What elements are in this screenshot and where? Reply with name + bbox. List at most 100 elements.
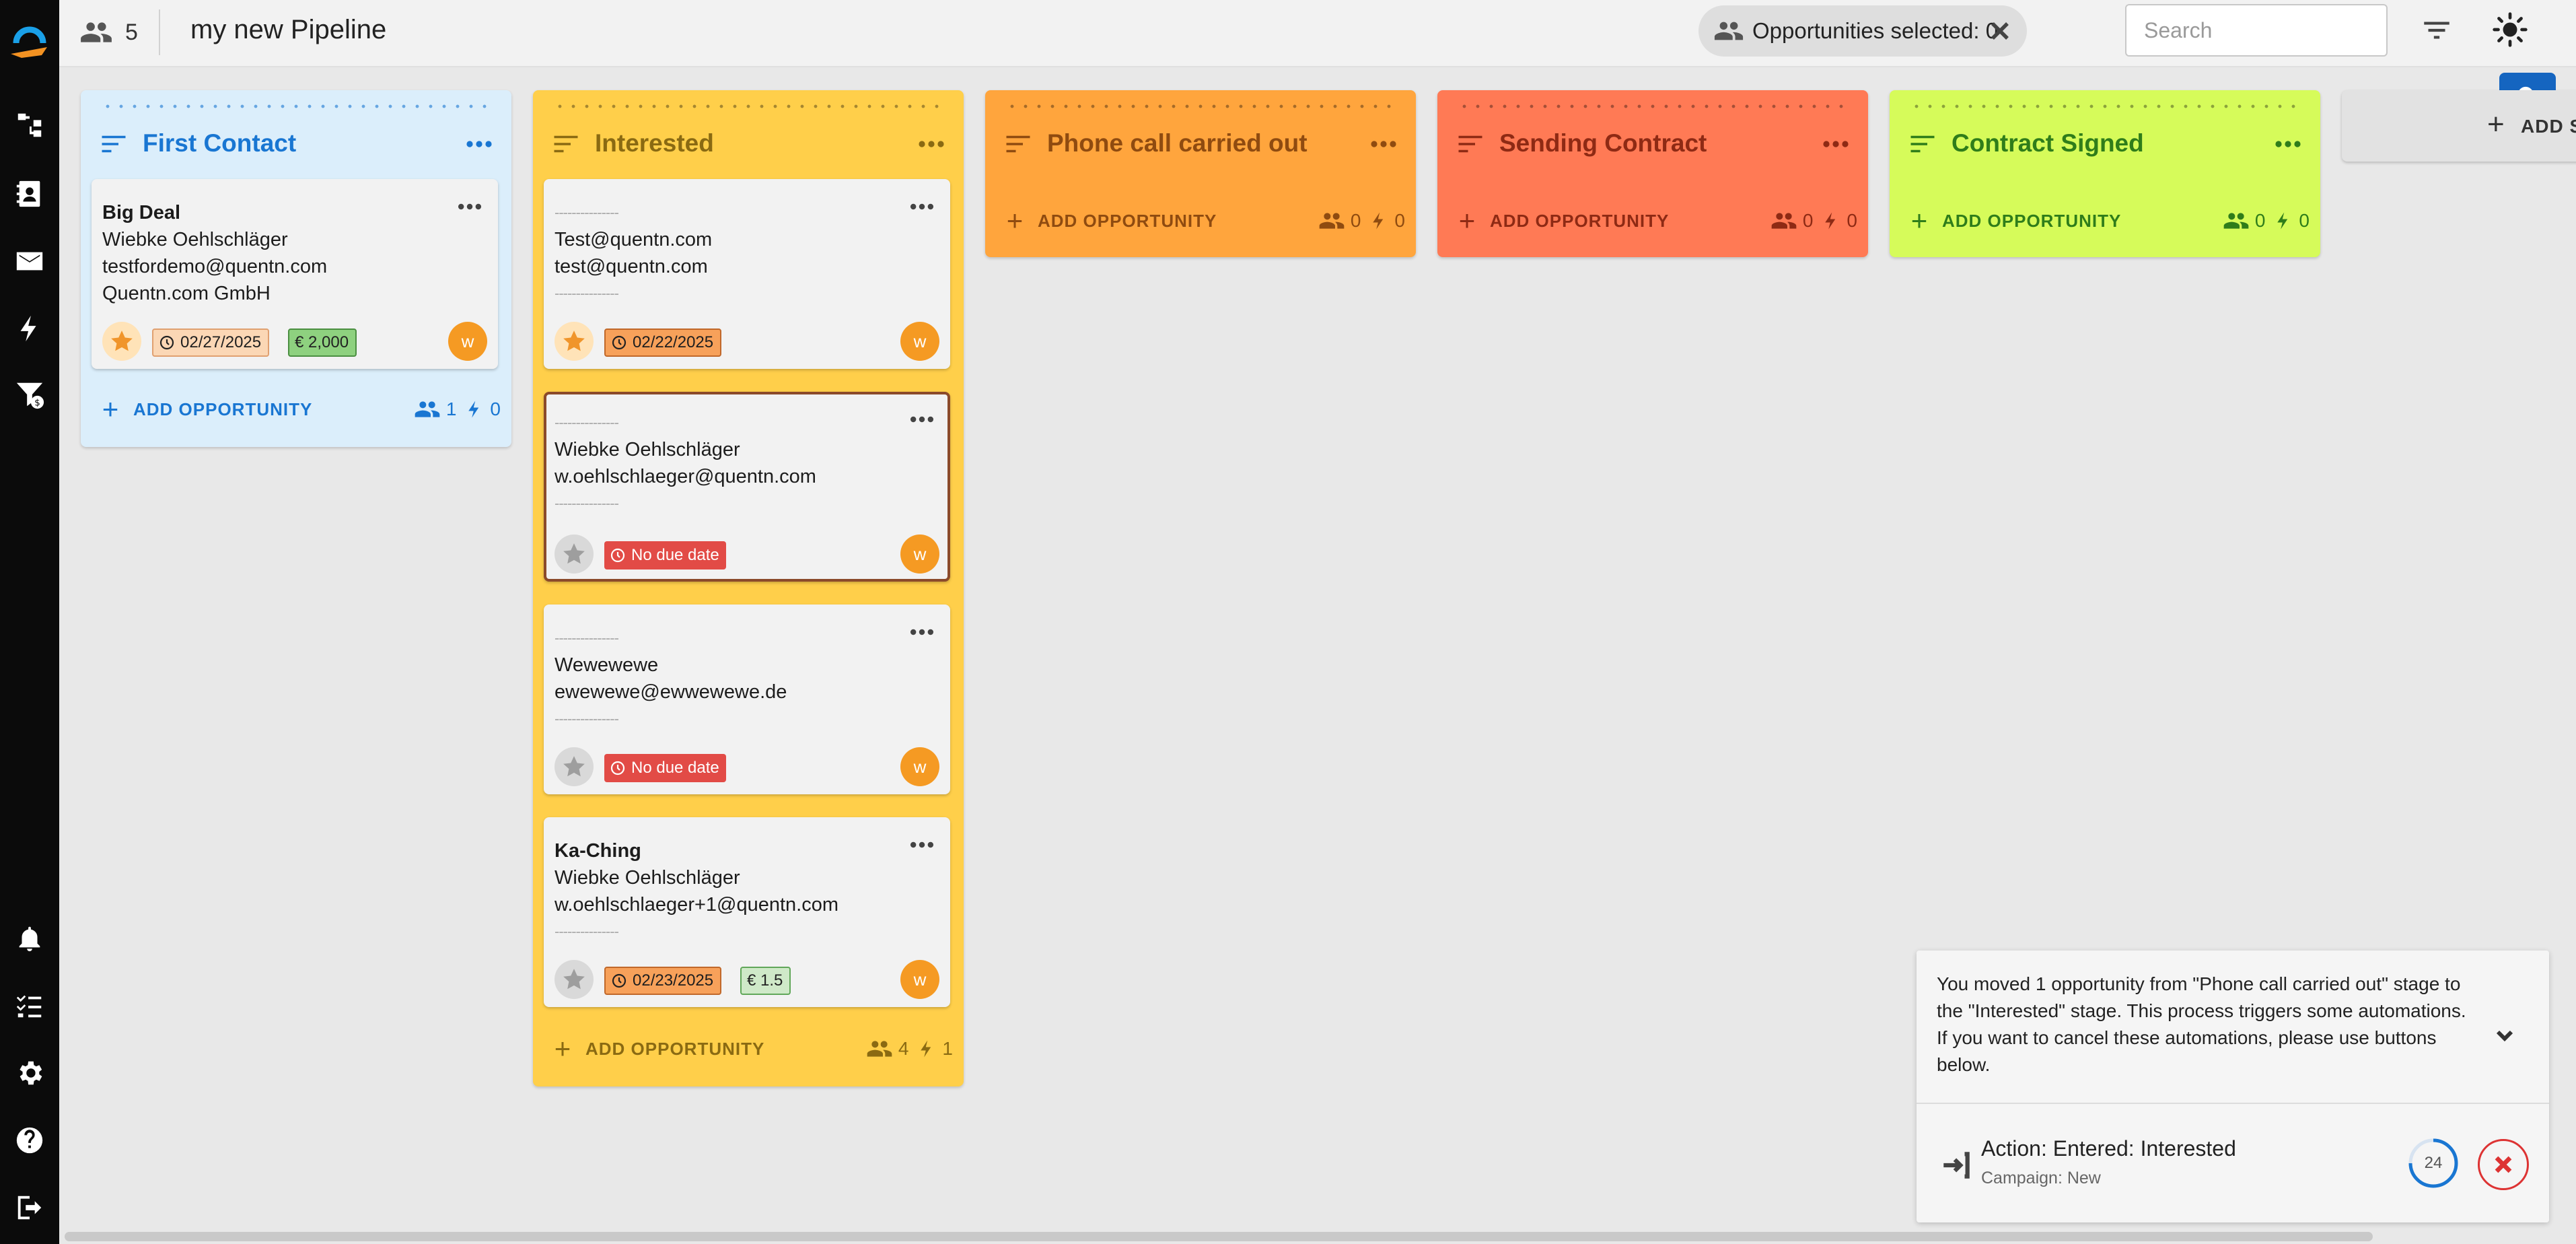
contact-count: 0 bbox=[1350, 210, 1361, 231]
more-icon[interactable] bbox=[463, 131, 495, 158]
card-contact-name: Wewewewe bbox=[554, 654, 659, 676]
card-separator: --------------- bbox=[554, 710, 619, 727]
more-icon[interactable] bbox=[915, 131, 947, 158]
star-icon[interactable] bbox=[554, 747, 594, 786]
plus-icon: + bbox=[2487, 108, 2505, 141]
automation-notification: You moved 1 opportunity from "Phone call… bbox=[1917, 951, 2549, 1222]
drag-handle[interactable] bbox=[1005, 100, 1396, 113]
card-contact-name: Test@quentn.com bbox=[554, 229, 713, 250]
automation-bolt-icon[interactable] bbox=[12, 311, 47, 346]
more-icon[interactable] bbox=[907, 622, 937, 642]
opportunity-card[interactable]: Ka-Ching Wiebke Oehlschläger w.oehlschla… bbox=[544, 817, 950, 1007]
funnel-money-icon[interactable]: $ bbox=[12, 377, 47, 412]
horizontal-scrollbar[interactable] bbox=[65, 1232, 2373, 1241]
people-icon bbox=[415, 401, 440, 417]
divider bbox=[1917, 1103, 2549, 1104]
stage-sending-contract: Sending Contract + ADD OPPORTUNITY 0 0 bbox=[1437, 90, 1868, 257]
more-icon[interactable] bbox=[1367, 131, 1400, 158]
stage-footer: + ADD OPPORTUNITY 0 0 bbox=[985, 198, 1416, 245]
opportunity-card[interactable]: Big Deal Wiebke Oehlschläger testfordemo… bbox=[92, 179, 498, 369]
add-opportunity-button[interactable]: + ADD OPPORTUNITY bbox=[1003, 207, 1217, 235]
close-icon[interactable] bbox=[1985, 16, 2015, 46]
tasks-checklist-icon[interactable] bbox=[12, 988, 47, 1023]
sort-icon[interactable] bbox=[100, 132, 128, 156]
opportunity-card[interactable]: --------------- Wewewewe ewewewe@ewwewew… bbox=[544, 604, 950, 794]
contact-count: 0 bbox=[1802, 210, 1814, 231]
avatar[interactable]: w bbox=[900, 322, 939, 361]
drag-handle[interactable] bbox=[1458, 100, 1848, 113]
due-date-badge[interactable]: No due date bbox=[604, 754, 726, 782]
pipeline-icon[interactable] bbox=[12, 108, 47, 143]
stage-first-contact: First Contact Big Deal Wiebke Oehlschläg… bbox=[81, 90, 511, 447]
more-icon[interactable] bbox=[455, 197, 485, 217]
card-separator: --------------- bbox=[554, 923, 619, 940]
opportunities-selected-chip[interactable]: Opportunities selected: 0 bbox=[1698, 5, 2027, 57]
card-separator: --------------- bbox=[554, 629, 619, 646]
avatar[interactable]: w bbox=[900, 747, 939, 786]
due-date-badge[interactable]: 02/23/2025 bbox=[604, 967, 722, 995]
star-icon[interactable] bbox=[102, 322, 141, 361]
search-input[interactable] bbox=[2125, 4, 2388, 57]
due-date-badge[interactable]: 02/27/2025 bbox=[152, 329, 270, 357]
more-icon[interactable] bbox=[907, 197, 937, 217]
settings-gear-icon[interactable] bbox=[12, 1056, 47, 1091]
more-icon[interactable] bbox=[907, 409, 937, 429]
due-date: No due date bbox=[631, 546, 719, 564]
stage-stats: 0 0 bbox=[1770, 207, 1857, 234]
more-icon[interactable] bbox=[1820, 131, 1852, 158]
svg-text:$: $ bbox=[34, 398, 40, 408]
sort-icon[interactable] bbox=[1456, 132, 1484, 156]
quentn-logo[interactable] bbox=[7, 20, 52, 66]
star-icon[interactable] bbox=[554, 960, 594, 999]
members-indicator[interactable]: 5 bbox=[79, 12, 138, 53]
sort-icon[interactable] bbox=[1908, 132, 1937, 156]
card-separator: --------------- bbox=[554, 414, 619, 431]
clock-icon bbox=[159, 335, 174, 350]
logout-icon[interactable] bbox=[12, 1190, 47, 1225]
plus-icon: + bbox=[102, 393, 119, 425]
stage-title: Phone call carried out bbox=[1047, 129, 1308, 157]
add-opportunity-button[interactable]: + ADD OPPORTUNITY bbox=[550, 1035, 764, 1063]
due-date-badge[interactable]: 02/22/2025 bbox=[604, 329, 722, 357]
add-opportunity-button[interactable]: + ADD OPPORTUNITY bbox=[1907, 207, 2122, 235]
add-stage-button[interactable]: + ADD S bbox=[2342, 90, 2576, 162]
drag-handle[interactable] bbox=[1910, 100, 2300, 113]
add-opportunity-label: ADD OPPORTUNITY bbox=[1942, 210, 2122, 231]
amount-badge: € 2,000 bbox=[288, 329, 357, 357]
notifications-bell-icon[interactable] bbox=[12, 921, 47, 956]
avatar[interactable]: w bbox=[900, 534, 939, 574]
due-date-badge[interactable]: No due date bbox=[604, 541, 726, 569]
opportunity-card[interactable]: --------------- Wiebke Oehlschläger w.oe… bbox=[544, 392, 950, 582]
stage-footer: + ADD OPPORTUNITY 1 0 bbox=[81, 386, 511, 434]
card-separator: --------------- bbox=[554, 495, 619, 512]
star-icon[interactable] bbox=[554, 322, 594, 361]
drag-handle[interactable] bbox=[101, 100, 491, 113]
contact-count: 0 bbox=[2254, 210, 2266, 231]
stage-footer: + ADD OPPORTUNITY 4 1 bbox=[533, 1026, 964, 1073]
stage-footer: + ADD OPPORTUNITY 0 0 bbox=[1890, 198, 2320, 245]
due-date: 02/27/2025 bbox=[180, 333, 262, 351]
more-icon[interactable] bbox=[2272, 131, 2304, 158]
add-opportunity-button[interactable]: + ADD OPPORTUNITY bbox=[1455, 207, 1669, 235]
contacts-icon[interactable] bbox=[12, 176, 47, 211]
opportunity-card[interactable]: --------------- Test@quentn.com test@que… bbox=[544, 179, 950, 369]
sort-icon[interactable] bbox=[552, 132, 580, 156]
email-icon[interactable] bbox=[12, 244, 47, 279]
amount: € 1.5 bbox=[747, 971, 783, 990]
filter-icon[interactable] bbox=[2420, 13, 2454, 47]
sort-icon[interactable] bbox=[1004, 132, 1032, 156]
help-icon[interactable] bbox=[12, 1123, 47, 1158]
star-icon[interactable] bbox=[554, 534, 594, 574]
due-date: No due date bbox=[631, 759, 719, 777]
brightness-icon[interactable] bbox=[2491, 11, 2529, 48]
chevron-down-icon[interactable] bbox=[2491, 1022, 2518, 1049]
drag-handle[interactable] bbox=[553, 100, 943, 113]
avatar[interactable]: w bbox=[448, 322, 487, 361]
add-opportunity-button[interactable]: + ADD OPPORTUNITY bbox=[98, 393, 312, 425]
amount: € 2,000 bbox=[295, 333, 349, 351]
more-icon[interactable] bbox=[907, 835, 937, 855]
stage-stats: 0 0 bbox=[1318, 207, 1405, 234]
card-contact-name: Wiebke Oehlschläger bbox=[102, 229, 288, 250]
cancel-automation-button[interactable] bbox=[2478, 1139, 2529, 1190]
avatar[interactable]: w bbox=[900, 960, 939, 999]
